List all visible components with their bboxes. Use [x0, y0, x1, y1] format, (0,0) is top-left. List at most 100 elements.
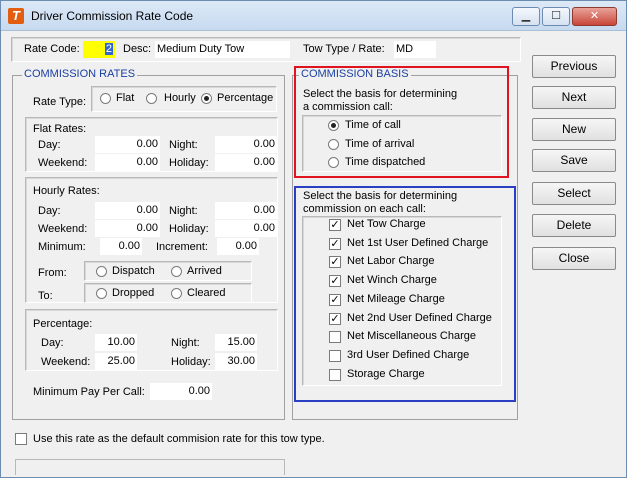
- flat-day-field[interactable]: 0.00: [95, 136, 160, 153]
- check-icon: ✓: [330, 219, 340, 231]
- charge-checkbox[interactable]: ✓: [329, 219, 341, 231]
- save-button[interactable]: Save: [532, 149, 616, 172]
- default-rate-checkbox[interactable]: [15, 433, 27, 445]
- to-dropped-radio[interactable]: [96, 288, 107, 299]
- hourly-holiday-label: Holiday:: [169, 223, 209, 235]
- commission-basis-title: COMMISSION BASIS: [299, 68, 411, 80]
- close-window-button[interactable]: ✕: [572, 7, 617, 26]
- check-icon: ✓: [330, 275, 340, 287]
- charge-label: Net Tow Charge: [347, 218, 426, 230]
- percentage-day-field[interactable]: 10.00: [95, 334, 137, 351]
- percentage-day-label: Day:: [41, 337, 64, 349]
- check-icon: ✓: [330, 238, 340, 250]
- to-cleared-radio[interactable]: [171, 288, 182, 299]
- hourly-night-field[interactable]: 0.00: [215, 202, 277, 219]
- flat-weekend-field[interactable]: 0.00: [95, 154, 160, 171]
- hourly-holiday-field[interactable]: 0.00: [215, 220, 277, 237]
- charge-label: Net 2nd User Defined Charge: [347, 312, 492, 324]
- desc-field[interactable]: Medium Duty Tow: [155, 41, 290, 58]
- from-label: From:: [38, 267, 67, 279]
- basis-time-of-call-label: Time of call: [345, 119, 401, 131]
- min-pay-field[interactable]: 0.00: [150, 383, 212, 400]
- hourly-increment-label: Increment:: [156, 241, 208, 253]
- charge-label: Net Labor Charge: [347, 255, 435, 267]
- title-bar: T Driver Commission Rate Code ▁ ☐ ✕: [1, 1, 626, 31]
- basis-prompt-line2: a commission call:: [303, 101, 393, 113]
- next-button[interactable]: Next: [532, 86, 616, 109]
- rate-type-percentage-label: Percentage: [217, 92, 274, 104]
- rate-code-field[interactable]: 2: [83, 41, 115, 58]
- hourly-rates-title: Hourly Rates:: [33, 185, 100, 197]
- charge-checkbox[interactable]: [329, 331, 341, 343]
- charge-label: Net Miscellaneous Charge: [347, 330, 477, 342]
- basis-time-of-call-radio[interactable]: [328, 120, 339, 131]
- charge-checkbox[interactable]: [329, 369, 341, 381]
- flat-holiday-label: Holiday:: [169, 157, 209, 169]
- check-icon: ✓: [330, 256, 340, 268]
- flat-night-field[interactable]: 0.00: [215, 136, 277, 153]
- percentage-title: Percentage:: [33, 318, 93, 330]
- tow-type-label: Tow Type / Rate:: [303, 43, 385, 55]
- rate-type-flat-radio[interactable]: [100, 93, 111, 104]
- percentage-weekend-field[interactable]: 25.00: [95, 353, 137, 370]
- from-arrived-label: Arrived: [187, 265, 222, 277]
- basis-time-of-arrival-radio[interactable]: [328, 139, 339, 150]
- maximize-button[interactable]: ☐: [542, 7, 570, 26]
- charge-label: Net Mileage Charge: [347, 293, 445, 305]
- client-area: Rate Code: 2 Desc: Medium Duty Tow Tow T…: [5, 32, 622, 475]
- charge-checkbox[interactable]: ✓: [329, 294, 341, 306]
- from-arrived-radio[interactable]: [171, 266, 182, 277]
- flat-rates-title: Flat Rates:: [33, 123, 87, 135]
- check-icon: ✓: [330, 313, 340, 325]
- from-dispatch-label: Dispatch: [112, 265, 155, 277]
- minimize-button[interactable]: ▁: [512, 7, 540, 26]
- charge-checkbox[interactable]: ✓: [329, 238, 341, 250]
- basis-time-of-arrival-label: Time of arrival: [345, 138, 415, 150]
- select-button[interactable]: Select: [532, 182, 616, 205]
- charge-checkbox[interactable]: ✓: [329, 275, 341, 287]
- to-dropped-label: Dropped: [112, 287, 155, 299]
- from-dispatch-radio[interactable]: [96, 266, 107, 277]
- tow-type-field[interactable]: MD: [394, 41, 436, 58]
- charge-checkbox[interactable]: ✓: [329, 256, 341, 268]
- flat-weekend-label: Weekend:: [38, 157, 88, 169]
- hourly-day-label: Day:: [38, 205, 61, 217]
- charge-checkbox[interactable]: [329, 350, 341, 362]
- charge-checkbox[interactable]: ✓: [329, 313, 341, 325]
- basis-time-dispatched-label: Time dispatched: [345, 156, 426, 168]
- status-bar: [15, 459, 285, 475]
- percentage-night-field[interactable]: 15.00: [215, 334, 257, 351]
- from-box: [84, 261, 252, 281]
- close-button[interactable]: Close: [532, 247, 616, 270]
- charge-label: Net Winch Charge: [347, 274, 437, 286]
- min-pay-label: Minimum Pay Per Call:: [33, 386, 145, 398]
- to-label: To:: [38, 290, 53, 302]
- charges-prompt-line1: Select the basis for determining: [303, 190, 458, 202]
- rate-type-percentage-radio[interactable]: [201, 93, 212, 104]
- hourly-minimum-field[interactable]: 0.00: [100, 238, 142, 255]
- rate-type-label: Rate Type:: [33, 96, 86, 108]
- percentage-holiday-field[interactable]: 30.00: [215, 353, 257, 370]
- basis-prompt-line1: Select the basis for determining: [303, 88, 458, 100]
- percentage-holiday-label: Holiday:: [171, 356, 211, 368]
- hourly-increment-field[interactable]: 0.00: [217, 238, 259, 255]
- percentage-weekend-label: Weekend:: [41, 356, 91, 368]
- hourly-night-label: Night:: [169, 205, 198, 217]
- charge-label: Net 1st User Defined Charge: [347, 237, 489, 249]
- hourly-minimum-label: Minimum:: [38, 241, 86, 253]
- rate-type-hourly-label: Hourly: [164, 92, 196, 104]
- to-box: [84, 283, 252, 303]
- hourly-weekend-field[interactable]: 0.00: [95, 220, 160, 237]
- rate-type-hourly-radio[interactable]: [146, 93, 157, 104]
- new-button[interactable]: New: [532, 118, 616, 141]
- flat-holiday-field[interactable]: 0.00: [215, 154, 277, 171]
- desc-label: Desc:: [123, 43, 152, 55]
- hourly-day-field[interactable]: 0.00: [95, 202, 160, 219]
- commission-rates-title: COMMISSION RATES: [22, 68, 138, 80]
- previous-button[interactable]: Previous: [532, 55, 616, 78]
- to-cleared-label: Cleared: [187, 287, 226, 299]
- delete-button[interactable]: Delete: [532, 214, 616, 237]
- check-icon: ✓: [330, 294, 340, 306]
- hourly-weekend-label: Weekend:: [38, 223, 88, 235]
- basis-time-dispatched-radio[interactable]: [328, 157, 339, 168]
